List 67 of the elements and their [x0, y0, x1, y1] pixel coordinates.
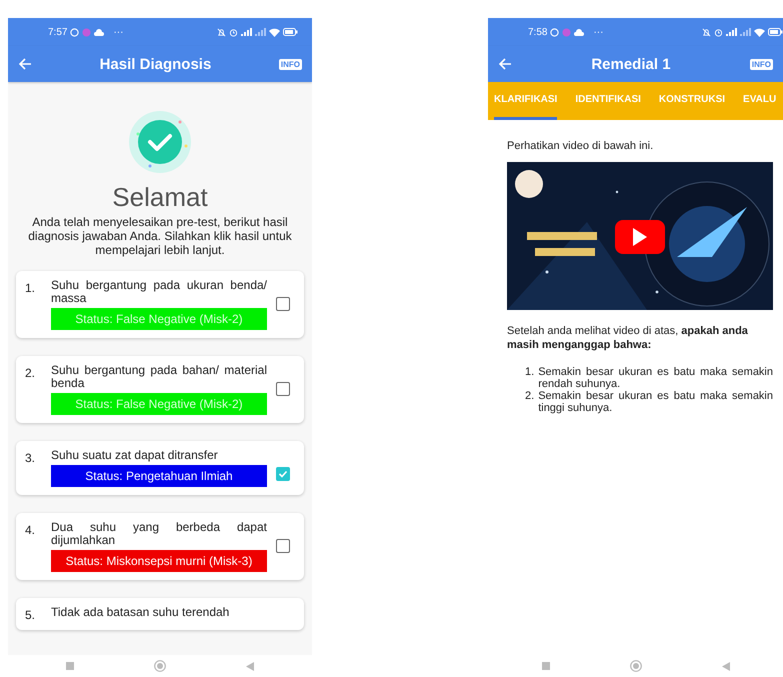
- bell-off-icon: [217, 28, 226, 36]
- checkbox[interactable]: [276, 382, 290, 396]
- more-notifications: ···: [593, 26, 604, 38]
- screen-title: Remedial 1: [590, 56, 672, 72]
- app-icon: [562, 28, 572, 36]
- tab[interactable]: EVALU: [743, 82, 776, 120]
- app-icon: [82, 28, 92, 36]
- checkbox[interactable]: [276, 539, 290, 553]
- signal-icon: [241, 28, 252, 36]
- signal-icon: [740, 28, 751, 36]
- result-card[interactable]: 1. Suhu bergantung pada ukuran benda/ massa Status: False Negative (Misk-2): [16, 271, 304, 338]
- heading: Selamat: [112, 182, 208, 213]
- cloud-icon: [574, 28, 584, 36]
- question-text: Setelah anda melihat video di atas, apakah anda masih menganggap bahwa:: [507, 324, 749, 352]
- signal-icon: [726, 28, 737, 36]
- statement-text: Semakin besar ukuran es batu maka semakin rendah suhunya.: [538, 366, 773, 390]
- tab[interactable]: IDENTIFIKASI: [575, 82, 641, 120]
- result-number: 1.: [25, 280, 36, 295]
- status-label: Status: False Negative (Misk-2): [51, 393, 267, 415]
- recent-apps-icon[interactable]: [542, 662, 550, 670]
- instruction-text: Perhatikan video di bawah ini.: [507, 140, 654, 152]
- statement-number: 2.: [525, 390, 534, 404]
- info-button[interactable]: INFO: [278, 58, 302, 70]
- result-text: Dua suhu yang berbeda dapat dijumlahkan: [51, 521, 267, 547]
- check-icon: [277, 468, 289, 480]
- alarm-icon: [714, 28, 723, 36]
- back-arrow-icon[interactable]: [498, 57, 512, 71]
- result-card[interactable]: 3. Suhu suatu zat dapat ditransfer Status: Pengetahuan Ilmiah: [16, 441, 304, 495]
- statement-number: 1.: [525, 366, 534, 380]
- success-check-icon: [128, 110, 192, 174]
- result-number: 3.: [25, 450, 36, 465]
- checkbox[interactable]: [276, 297, 290, 311]
- result-number: 5.: [25, 607, 36, 622]
- back-icon[interactable]: [246, 662, 254, 670]
- signal-icon: [255, 28, 266, 36]
- back-arrow-icon[interactable]: [18, 57, 32, 71]
- result-card[interactable]: 4. Dua suhu yang berbeda dapat dijumlahkan Status: Miskonsepsi murni (Misk-3): [16, 513, 304, 580]
- result-text: Tidak ada batasan suhu terendah: [51, 606, 230, 619]
- screen-title: Hasil Diagnosis: [98, 56, 212, 72]
- result-text: Suhu suatu zat dapat ditransfer: [51, 449, 219, 462]
- result-number: 4.: [25, 522, 36, 537]
- cloud-icon: [94, 28, 104, 36]
- battery-icon: [768, 28, 783, 36]
- checkbox[interactable]: [276, 467, 290, 481]
- more-notifications: ···: [113, 26, 124, 38]
- info-button[interactable]: INFO: [750, 58, 773, 70]
- home-icon[interactable]: [630, 660, 642, 672]
- result-text: Suhu bergantung pada ukuran benda/ massa: [51, 279, 267, 305]
- status-label: Status: Miskonsepsi murni (Misk-3): [51, 550, 267, 572]
- back-icon[interactable]: [722, 662, 730, 670]
- result-card[interactable]: 2. Suhu bergantung pada bahan/ material benda Status: False Negative (Misk-2): [16, 356, 304, 423]
- bell-off-icon: [702, 28, 711, 36]
- status-time: 7:58: [528, 26, 548, 38]
- intro-text: Anda telah menyelesaikan pre-test, berikut hasil diagnosis jawaban Anda. Silahkan klik hasil untuk mempelajari lebih lanjut.: [27, 214, 293, 257]
- battery-icon: [283, 28, 298, 36]
- home-icon[interactable]: [154, 660, 166, 672]
- status-label: Status: False Negative (Misk-2): [51, 308, 267, 330]
- status-time: 7:57: [48, 26, 68, 38]
- statement-text: Semakin besar ukuran es batu maka semakin tinggi suhunya.: [538, 390, 773, 414]
- status-label: Status: Pengetahuan Ilmiah: [51, 465, 267, 487]
- result-card[interactable]: 5. Tidak ada batasan suhu terendah: [16, 598, 304, 630]
- wifi-icon: [754, 28, 765, 36]
- wifi-icon: [269, 28, 280, 36]
- tab[interactable]: KONSTRUKSI: [658, 82, 726, 120]
- result-number: 2.: [25, 365, 36, 380]
- result-text: Suhu bergantung pada bahan/ material benda: [51, 364, 267, 390]
- alarm-icon: [229, 28, 238, 36]
